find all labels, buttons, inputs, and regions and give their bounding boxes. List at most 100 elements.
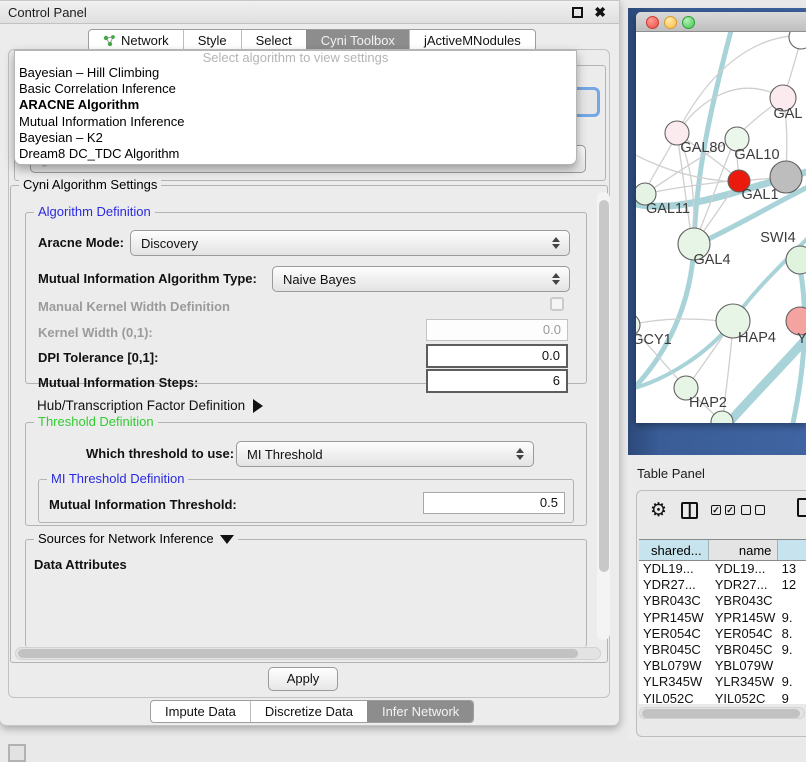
network-node[interactable] xyxy=(786,246,806,274)
node-label: Y xyxy=(797,331,806,347)
scrollbar-thumb[interactable] xyxy=(18,649,578,658)
table-cell: YLR345W xyxy=(709,674,779,690)
expand-arrow-icon[interactable] xyxy=(253,399,263,413)
table-panel-title: Table Panel xyxy=(637,466,705,481)
node-label: GCY1 xyxy=(636,332,672,348)
mi-type-combo[interactable]: Naive Bayes xyxy=(272,266,570,292)
dropdown-item[interactable]: Bayesian – Hill Climbing xyxy=(15,65,576,81)
network-node[interactable] xyxy=(711,411,733,423)
aracne-mode-label: Aracne Mode: xyxy=(38,235,124,250)
collapse-arrow-icon[interactable] xyxy=(220,535,234,544)
algorithm-dropdown-popup: Select algorithm to view settings Bayesi… xyxy=(14,50,577,165)
zoom-traffic-light[interactable] xyxy=(682,16,695,29)
table-body: YDL19...YDL19...13YDR27...YDR27...12YBR0… xyxy=(639,561,806,704)
table-cell: YER054C xyxy=(709,626,779,642)
minimize-traffic-light[interactable] xyxy=(664,16,677,29)
table-cell: YBR043C xyxy=(639,593,709,609)
column-header[interactable]: name xyxy=(709,540,779,560)
combo-arrows-icon xyxy=(516,448,524,460)
float-window-icon[interactable] xyxy=(572,7,583,18)
mi-type-label: Mutual Information Algorithm Type: xyxy=(38,271,257,286)
mi-steps-label: Mutual Information Steps: xyxy=(38,375,198,390)
page-icon[interactable] xyxy=(797,498,806,517)
table-row[interactable]: YLR345WYLR345W9. xyxy=(639,674,806,690)
table-cell xyxy=(779,658,806,674)
mi-steps-field[interactable]: 6 xyxy=(426,369,568,393)
table-cell: 9. xyxy=(779,642,806,658)
column-header[interactable] xyxy=(778,540,806,560)
table-row[interactable]: YBL079WYBL079W xyxy=(639,658,806,674)
table-row[interactable]: YDL19...YDL19...13 xyxy=(639,561,806,577)
table-cell: YDL19... xyxy=(639,561,709,577)
table-cell: YBR045C xyxy=(709,642,779,658)
dpi-tolerance-field[interactable]: 0.0 xyxy=(426,344,568,368)
table-cell: 9. xyxy=(779,610,806,626)
unchecked-pair-icon[interactable] xyxy=(741,505,765,515)
table-row[interactable]: YIL052CYIL052C9 xyxy=(639,691,806,705)
sources-group: Sources for Network Inference Data Attri… xyxy=(25,539,587,647)
scrollbar-thumb[interactable] xyxy=(599,200,609,572)
hub-definition-label: Hub/Transcription Factor Definition xyxy=(37,398,245,413)
dropdown-item[interactable]: Dream8 DC_TDC Algorithm xyxy=(15,146,576,162)
network-icon xyxy=(103,35,116,47)
table-row[interactable]: YER054CYER054C8. xyxy=(639,626,806,642)
table-row[interactable]: YBR043CYBR043C xyxy=(639,593,806,609)
network-node[interactable] xyxy=(770,161,802,193)
vertical-scrollbar[interactable] xyxy=(597,192,610,640)
dropdown-item-selected[interactable]: ARACNE Algorithm xyxy=(15,97,576,113)
kernel-width-field[interactable]: 0.0 xyxy=(426,319,568,341)
dropdown-item[interactable]: Mutual Information Inference xyxy=(15,114,576,130)
table-row[interactable]: YBR045CYBR045C9. xyxy=(639,642,806,658)
table-row[interactable]: YDR27...YDR27...12 xyxy=(639,577,806,593)
checked-pair-icon[interactable]: ✓✓ xyxy=(711,505,735,515)
tab-network[interactable]: Network xyxy=(89,30,183,51)
network-window-titlebar[interactable] xyxy=(636,12,806,32)
table-row[interactable]: YPR145WYPR145W9. xyxy=(639,610,806,626)
tab-select[interactable]: Select xyxy=(241,30,306,51)
control-panel-titlebar[interactable]: Control Panel ✖ xyxy=(0,1,619,24)
group-title: Algorithm Definition xyxy=(34,205,155,219)
group-title: Threshold Definition xyxy=(34,415,158,429)
combo-arrows-icon xyxy=(552,273,560,285)
apply-button[interactable]: Apply xyxy=(268,667,338,691)
tab-impute-data[interactable]: Impute Data xyxy=(151,701,250,722)
table-cell: YBR043C xyxy=(709,593,779,609)
close-traffic-light[interactable] xyxy=(646,16,659,29)
manual-kernel-checkbox[interactable] xyxy=(550,297,564,311)
columns-icon[interactable] xyxy=(681,502,698,519)
dropdown-item[interactable]: Basic Correlation Inference xyxy=(15,81,576,97)
close-icon[interactable]: ✖ xyxy=(594,4,606,21)
scrollbar-thumb[interactable] xyxy=(642,709,800,718)
horizontal-scrollbar[interactable] xyxy=(15,647,601,660)
tab-style[interactable]: Style xyxy=(183,30,241,51)
hub-definition-section[interactable]: Hub/Transcription Factor Definition xyxy=(37,398,263,413)
table-cell: YDR27... xyxy=(639,577,709,593)
node-label: GAL80 xyxy=(680,140,725,156)
table-panel-inner: ⚙ ✓✓ shared...name YDL19...YDL19...13YDR… xyxy=(636,490,806,737)
table-cell: YER054C xyxy=(639,626,709,642)
table-cell: 9. xyxy=(779,674,806,690)
tab-discretize-data[interactable]: Discretize Data xyxy=(250,701,367,722)
mi-threshold-label: Mutual Information Threshold: xyxy=(49,497,237,512)
tab-cyni-toolbox[interactable]: Cyni Toolbox xyxy=(306,30,409,51)
gear-icon[interactable]: ⚙ xyxy=(650,499,667,521)
tab-jactivemnodules[interactable]: jActiveMNodules xyxy=(409,30,535,51)
table-cell: YIL052C xyxy=(639,691,709,705)
table-cell: YBL079W xyxy=(639,658,709,674)
network-node[interactable] xyxy=(789,32,806,49)
network-canvas[interactable]: GALGAL80GAL10GAL1GAL11SWI4GAL4GCY1HAP4YH… xyxy=(636,32,806,423)
collapsed-panel-handle[interactable] xyxy=(8,744,26,762)
table-cell: YBL079W xyxy=(709,658,779,674)
algorithm-definition-group: Algorithm Definition Aracne Mode: Discov… xyxy=(25,212,587,384)
tab-infer-network[interactable]: Infer Network xyxy=(367,701,473,722)
dropdown-item[interactable]: Bayesian – K2 xyxy=(15,130,576,146)
which-threshold-combo[interactable]: MI Threshold xyxy=(236,441,534,467)
mi-threshold-field[interactable]: 0.5 xyxy=(423,492,565,514)
table-horizontal-scrollbar[interactable] xyxy=(639,707,805,719)
screen: Control Panel ✖ Network Style Select Cyn… xyxy=(0,0,806,762)
node-table[interactable]: shared...name YDL19...YDL19...13YDR27...… xyxy=(639,539,806,704)
aracne-mode-combo[interactable]: Discovery xyxy=(130,230,570,256)
table-cell xyxy=(779,593,806,609)
node-label: HAP2 xyxy=(689,395,727,411)
column-header[interactable]: shared... xyxy=(639,540,709,560)
